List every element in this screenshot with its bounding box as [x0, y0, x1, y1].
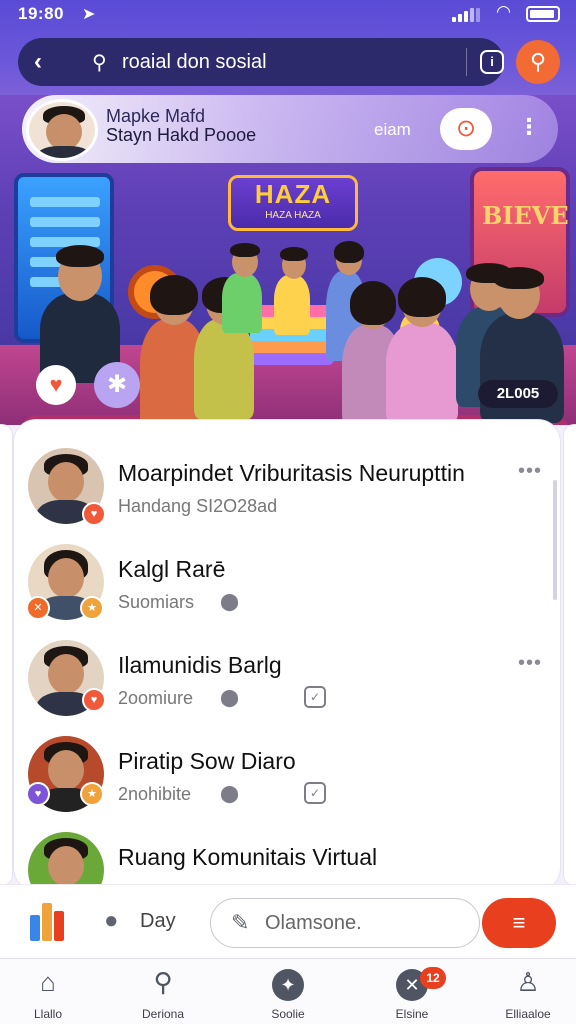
nav-item-notifications[interactable]: ✕ 12 Elsine — [364, 965, 460, 1021]
list-item-title: Piratip Sow Diaro — [118, 748, 296, 774]
search-input[interactable]: roaial don sosial — [122, 51, 267, 74]
heart-badge-icon: ♥ — [26, 782, 50, 806]
bottom-navigation: ⌂ Llallo ⚲ Deriona ✦ Soolie ✕ 12 Elsine … — [0, 958, 576, 1024]
list-item-subtitle: 2oomiure — [118, 688, 194, 708]
community-list: ♥ Moarpindet Vriburitasis Neurupttin Han… — [14, 420, 560, 890]
send-icon: ≡ — [512, 910, 526, 935]
nav-item-search[interactable]: ⚲ Deriona — [115, 965, 211, 1021]
scrollbar[interactable] — [553, 480, 557, 600]
composer-bar: ● Day ✎ Olamsone. ≡ — [0, 884, 576, 958]
more-vertical-icon[interactable]: ⋮ — [518, 114, 540, 140]
profile-button[interactable]: ⚲ — [516, 40, 560, 84]
list-item-subtitle: 2nohibite — [118, 784, 192, 804]
tag-badge-icon: ✕ — [26, 596, 50, 620]
avatar — [28, 832, 104, 890]
host-subtitle: Stayn Hakd Poooe — [106, 125, 257, 145]
list-item-title: Moarpindet Vriburitasis Neurupttin — [118, 460, 465, 486]
status-time: 19:80 — [18, 4, 64, 23]
message-input[interactable]: ✎ Olamsone. — [210, 898, 480, 948]
note-icon[interactable]: ✓ — [304, 782, 326, 804]
host-name: Mapke Mafd — [106, 106, 206, 126]
star-badge-icon: ★ — [80, 782, 104, 806]
nav-item-explore[interactable]: ✦ Soolie — [240, 965, 336, 1021]
heart-icon: ♥ — [49, 372, 63, 397]
more-horizontal-icon[interactable]: ••• — [518, 460, 542, 483]
list-item-subtitle: Handang SI2O28ad — [118, 496, 278, 516]
note-icon[interactable]: ✓ — [304, 686, 326, 708]
list-item[interactable]: ♥ Moarpindet Vriburitasis Neurupttin Han… — [14, 434, 560, 532]
list-item[interactable]: Ruang Komunitais Virtual — [14, 818, 560, 890]
notification-badge: 12 — [420, 967, 446, 989]
nav-label: Elsine — [395, 1007, 429, 1021]
navigation-arrow-icon: ➤ — [82, 6, 96, 23]
banner-sign: HAZA HAZA HAZA — [228, 175, 358, 231]
message-placeholder: Olamsone. — [265, 912, 362, 934]
profile-icon: ♙ — [516, 967, 540, 997]
previous-card-edge[interactable] — [0, 425, 12, 885]
camera-add-button[interactable]: ⊙ — [440, 108, 492, 150]
nav-label: Deriona — [141, 1007, 185, 1021]
search-bar[interactable]: ‹ ⚲ roaial don sosial i — [18, 38, 504, 86]
host-badge: eiam — [374, 120, 411, 139]
nav-label: Elliaaloe — [505, 1007, 551, 1021]
banner-sign-text: HAZA — [254, 179, 332, 209]
puzzle-icon: ✱ — [106, 371, 128, 398]
banner-sign-subtext: HAZA HAZA — [265, 210, 321, 221]
list-item[interactable]: ✕ ★ Kalgl Rarē Suomiars ⬤ — [14, 530, 560, 628]
heart-badge-icon: ♥ — [82, 688, 106, 712]
like-button[interactable]: ♥ — [36, 365, 76, 405]
battery-icon — [526, 6, 560, 22]
status-bar: 19:80 ➤ ◠ — [0, 0, 576, 30]
puzzle-button[interactable]: ✱ — [94, 362, 140, 408]
list-item[interactable]: ♥ ★ Piratip Sow Diaro 2nohibite ⬤ ✓ — [14, 722, 560, 820]
next-card-edge[interactable] — [564, 425, 576, 885]
location-pin-icon: ⬤ — [220, 688, 240, 707]
star-badge-icon: ★ — [80, 596, 104, 620]
location-pin-icon: ⬤ — [220, 784, 240, 803]
pen-icon: ✎ — [231, 910, 250, 935]
heart-badge-icon: ♥ — [82, 502, 106, 526]
app-header: 19:80 ➤ ◠ ‹ ⚲ roaial don sosial i ⚲ — [0, 0, 576, 100]
camera-add-icon: ⊙ — [455, 115, 477, 142]
banner-right-screen-text: BIEVE — [482, 201, 569, 230]
list-item-title: Kalgl Rarē — [118, 556, 226, 582]
nav-item-profile[interactable]: ♙ Elliaaloe — [480, 965, 576, 1021]
viewer-count: 2L005 — [478, 380, 558, 408]
search-icon: ⚲ — [153, 967, 173, 997]
list-item[interactable]: ♥ Ilamunidis Barlg 2oomiure ⬤ ✓ ••• — [14, 626, 560, 724]
back-icon[interactable]: ‹ — [34, 48, 42, 76]
list-item-title: Ilamunidis Barlg — [118, 652, 282, 678]
more-horizontal-icon[interactable]: ••• — [518, 652, 542, 675]
chat-bubble-icon[interactable]: ● — [104, 907, 119, 935]
signal-icon — [452, 8, 480, 22]
location-pin-icon: ⬤ — [220, 592, 240, 611]
home-icon: ⌂ — [40, 967, 56, 997]
app-logo-icon[interactable] — [30, 903, 68, 941]
host-avatar[interactable] — [26, 99, 98, 161]
wifi-icon: ◠ — [497, 2, 511, 21]
day-label[interactable]: Day — [140, 910, 176, 933]
search-divider — [466, 48, 467, 76]
nav-label: Soolie — [271, 1007, 305, 1021]
info-icon[interactable]: i — [480, 50, 504, 74]
nav-label: Llallo — [33, 1007, 63, 1021]
search-icon: ⚲ — [92, 52, 107, 74]
sparkle-icon: ✦ — [272, 969, 304, 1001]
list-item-subtitle: Suomiars — [118, 592, 195, 612]
send-button[interactable]: ≡ — [482, 898, 556, 948]
list-item-title: Ruang Komunitais Virtual — [118, 844, 378, 870]
nav-item-home[interactable]: ⌂ Llallo — [0, 965, 96, 1021]
